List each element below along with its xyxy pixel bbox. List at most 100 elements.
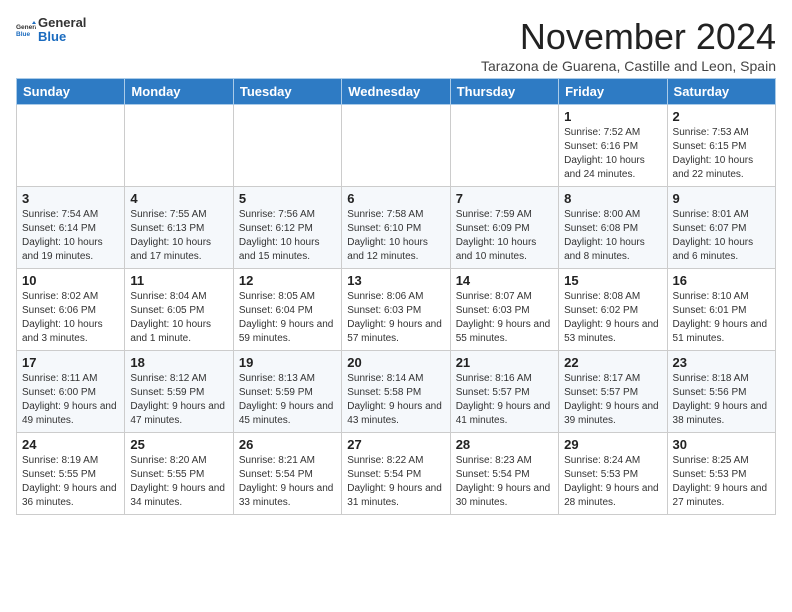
day-info: Sunrise: 7:54 AMSunset: 6:14 PMDaylight:… bbox=[22, 208, 119, 264]
header-sunday: Sunday bbox=[17, 79, 125, 105]
day-info: Sunrise: 7:58 AMSunset: 6:10 PMDaylight:… bbox=[347, 208, 444, 264]
day-number: 3 bbox=[22, 191, 119, 206]
day-number: 22 bbox=[564, 355, 661, 370]
calendar-day-cell: 24 Sunrise: 8:19 AMSunset: 5:55 PMDayligh… bbox=[17, 433, 125, 515]
day-info: Sunrise: 8:19 AMSunset: 5:55 PMDaylight:… bbox=[22, 454, 119, 510]
day-number: 15 bbox=[564, 273, 661, 288]
day-info: Sunrise: 7:52 AMSunset: 6:16 PMDaylight:… bbox=[564, 126, 661, 182]
day-number: 19 bbox=[239, 355, 336, 370]
calendar-day-cell: 4 Sunrise: 7:55 AMSunset: 6:13 PMDaylight… bbox=[125, 187, 233, 269]
day-info: Sunrise: 8:10 AMSunset: 6:01 PMDaylight:… bbox=[673, 290, 770, 346]
header-monday: Monday bbox=[125, 79, 233, 105]
calendar-day-cell: 5 Sunrise: 7:56 AMSunset: 6:12 PMDaylight… bbox=[233, 187, 341, 269]
day-number: 2 bbox=[673, 109, 770, 124]
day-info: Sunrise: 8:22 AMSunset: 5:54 PMDaylight:… bbox=[347, 454, 444, 510]
day-number: 26 bbox=[239, 437, 336, 452]
calendar-empty-cell bbox=[125, 105, 233, 187]
calendar-day-cell: 25 Sunrise: 8:20 AMSunset: 5:55 PMDayligh… bbox=[125, 433, 233, 515]
day-info: Sunrise: 8:18 AMSunset: 5:56 PMDaylight:… bbox=[673, 372, 770, 428]
calendar-empty-cell bbox=[342, 105, 450, 187]
header-friday: Friday bbox=[559, 79, 667, 105]
calendar-day-cell: 1 Sunrise: 7:52 AMSunset: 6:16 PMDaylight… bbox=[559, 105, 667, 187]
day-number: 9 bbox=[673, 191, 770, 206]
day-info: Sunrise: 8:17 AMSunset: 5:57 PMDaylight:… bbox=[564, 372, 661, 428]
page-header: General Blue General Blue November 2024 … bbox=[16, 16, 776, 74]
calendar-day-cell: 8Sunrise: 8:00 AMSunset: 6:08 PMDaylight… bbox=[559, 187, 667, 269]
calendar-day-cell: 21Sunrise: 8:16 AMSunset: 5:57 PMDayligh… bbox=[450, 351, 558, 433]
month-title: November 2024 bbox=[481, 16, 776, 58]
calendar-week-row: 17 Sunrise: 8:11 AMSunset: 6:00 PMDayligh… bbox=[17, 351, 776, 433]
svg-text:Blue: Blue bbox=[16, 31, 30, 38]
calendar-week-row: 24 Sunrise: 8:19 AMSunset: 5:55 PMDayligh… bbox=[17, 433, 776, 515]
day-number: 18 bbox=[130, 355, 227, 370]
calendar-day-cell: 30 Sunrise: 8:25 AMSunset: 5:53 PMDayligh… bbox=[667, 433, 775, 515]
calendar-day-cell: 12Sunrise: 8:05 AMSunset: 6:04 PMDayligh… bbox=[233, 269, 341, 351]
day-number: 29 bbox=[564, 437, 661, 452]
calendar-day-cell: 14Sunrise: 8:07 AMSunset: 6:03 PMDayligh… bbox=[450, 269, 558, 351]
title-area: November 2024 Tarazona de Guarena, Casti… bbox=[481, 16, 776, 74]
day-info: Sunrise: 8:06 AMSunset: 6:03 PMDaylight:… bbox=[347, 290, 444, 346]
calendar-table: SundayMondayTuesdayWednesdayThursdayFrid… bbox=[16, 78, 776, 515]
calendar-day-cell: 20 Sunrise: 8:14 AMSunset: 5:58 PMDayligh… bbox=[342, 351, 450, 433]
day-number: 24 bbox=[22, 437, 119, 452]
day-number: 25 bbox=[130, 437, 227, 452]
calendar-day-cell: 7 Sunrise: 7:59 AMSunset: 6:09 PMDaylight… bbox=[450, 187, 558, 269]
day-info: Sunrise: 8:24 AMSunset: 5:53 PMDaylight:… bbox=[564, 454, 661, 510]
day-info: Sunrise: 8:20 AMSunset: 5:55 PMDaylight:… bbox=[130, 454, 227, 510]
day-number: 7 bbox=[456, 191, 553, 206]
calendar-day-cell: 9 Sunrise: 8:01 AMSunset: 6:07 PMDaylight… bbox=[667, 187, 775, 269]
calendar-day-cell: 27 Sunrise: 8:22 AMSunset: 5:54 PMDayligh… bbox=[342, 433, 450, 515]
day-number: 6 bbox=[347, 191, 444, 206]
day-number: 21 bbox=[456, 355, 553, 370]
calendar-day-cell: 6 Sunrise: 7:58 AMSunset: 6:10 PMDaylight… bbox=[342, 187, 450, 269]
day-number: 1 bbox=[564, 109, 661, 124]
calendar-day-cell: 23 Sunrise: 8:18 AMSunset: 5:56 PMDayligh… bbox=[667, 351, 775, 433]
day-info: Sunrise: 8:21 AMSunset: 5:54 PMDaylight:… bbox=[239, 454, 336, 510]
day-info: Sunrise: 8:11 AMSunset: 6:00 PMDaylight:… bbox=[22, 372, 119, 428]
calendar-header-row: SundayMondayTuesdayWednesdayThursdayFrid… bbox=[17, 79, 776, 105]
day-number: 20 bbox=[347, 355, 444, 370]
calendar-week-row: 10 Sunrise: 8:02 AMSunset: 6:06 PMDayligh… bbox=[17, 269, 776, 351]
day-number: 10 bbox=[22, 273, 119, 288]
day-number: 4 bbox=[130, 191, 227, 206]
day-info: Sunrise: 8:04 AMSunset: 6:05 PMDaylight:… bbox=[130, 290, 227, 346]
calendar-empty-cell bbox=[17, 105, 125, 187]
day-number: 17 bbox=[22, 355, 119, 370]
header-thursday: Thursday bbox=[450, 79, 558, 105]
calendar-day-cell: 18Sunrise: 8:12 AMSunset: 5:59 PMDayligh… bbox=[125, 351, 233, 433]
header-saturday: Saturday bbox=[667, 79, 775, 105]
header-tuesday: Tuesday bbox=[233, 79, 341, 105]
day-number: 5 bbox=[239, 191, 336, 206]
day-info: Sunrise: 8:01 AMSunset: 6:07 PMDaylight:… bbox=[673, 208, 770, 264]
calendar-week-row: 3 Sunrise: 7:54 AMSunset: 6:14 PMDaylight… bbox=[17, 187, 776, 269]
day-info: Sunrise: 8:25 AMSunset: 5:53 PMDaylight:… bbox=[673, 454, 770, 510]
calendar-day-cell: 2Sunrise: 7:53 AMSunset: 6:15 PMDaylight… bbox=[667, 105, 775, 187]
svg-text:General: General bbox=[16, 24, 36, 31]
day-info: Sunrise: 7:59 AMSunset: 6:09 PMDaylight:… bbox=[456, 208, 553, 264]
day-info: Sunrise: 8:02 AMSunset: 6:06 PMDaylight:… bbox=[22, 290, 119, 346]
calendar-empty-cell bbox=[450, 105, 558, 187]
day-info: Sunrise: 8:05 AMSunset: 6:04 PMDaylight:… bbox=[239, 290, 336, 346]
location-subtitle: Tarazona de Guarena, Castille and Leon, … bbox=[481, 58, 776, 74]
day-number: 30 bbox=[673, 437, 770, 452]
day-number: 13 bbox=[347, 273, 444, 288]
day-number: 23 bbox=[673, 355, 770, 370]
logo-general: General bbox=[38, 16, 86, 30]
day-info: Sunrise: 7:55 AMSunset: 6:13 PMDaylight:… bbox=[130, 208, 227, 264]
calendar-day-cell: 17 Sunrise: 8:11 AMSunset: 6:00 PMDayligh… bbox=[17, 351, 125, 433]
day-info: Sunrise: 8:23 AMSunset: 5:54 PMDaylight:… bbox=[456, 454, 553, 510]
day-number: 27 bbox=[347, 437, 444, 452]
day-info: Sunrise: 8:14 AMSunset: 5:58 PMDaylight:… bbox=[347, 372, 444, 428]
logo: General Blue General Blue bbox=[16, 16, 86, 45]
calendar-day-cell: 13 Sunrise: 8:06 AMSunset: 6:03 PMDayligh… bbox=[342, 269, 450, 351]
day-info: Sunrise: 8:00 AMSunset: 6:08 PMDaylight:… bbox=[564, 208, 661, 264]
day-number: 14 bbox=[456, 273, 553, 288]
day-info: Sunrise: 7:56 AMSunset: 6:12 PMDaylight:… bbox=[239, 208, 336, 264]
day-number: 11 bbox=[130, 273, 227, 288]
calendar-day-cell: 11 Sunrise: 8:04 AMSunset: 6:05 PMDayligh… bbox=[125, 269, 233, 351]
day-info: Sunrise: 8:13 AMSunset: 5:59 PMDaylight:… bbox=[239, 372, 336, 428]
logo-blue: Blue bbox=[38, 30, 86, 44]
calendar-day-cell: 22 Sunrise: 8:17 AMSunset: 5:57 PMDayligh… bbox=[559, 351, 667, 433]
calendar-empty-cell bbox=[233, 105, 341, 187]
calendar-day-cell: 15Sunrise: 8:08 AMSunset: 6:02 PMDayligh… bbox=[559, 269, 667, 351]
